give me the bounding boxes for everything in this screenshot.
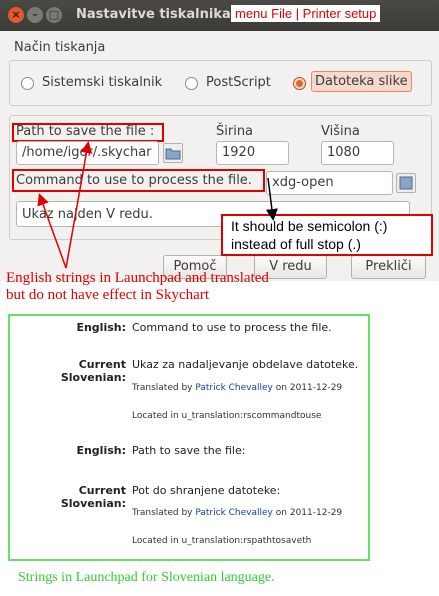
arrow-to-command-label [37,193,67,269]
english-annotation-line-1: English strings in Launchpad and transla… [6,270,269,286]
translator-link[interactable]: Patrick Chevalley [195,383,273,393]
english-key: English: [76,321,126,334]
english-value: Path to save the file: [132,444,246,457]
located-in: Located in u_translation:rspathtosaveth [132,536,312,546]
translated-date: on 2011-12-29 [275,383,343,393]
english-key: English: [76,444,126,457]
current-value: Ukaz za nadaljevanje obdelave datoteke. [132,358,359,371]
arrow-to-path-label [65,141,93,269]
launchpad-translations: English: Command to use to process the f… [8,314,370,561]
arrow-to-full-stop [265,177,278,221]
current-key: Current Slovenian: [60,358,126,384]
english-annotation-line-2: but do not have effect in Skychart [6,287,209,303]
launchpad-annotation: Strings in Launchpad for Slovenian langu… [18,570,275,585]
translated-by-prefix: Translated by [132,508,193,518]
translated-by: Translated by Patrick Chevalley on 2011-… [132,508,342,518]
english-value: Command to use to process the file. [132,321,332,334]
current-key: Current Slovenian: [60,484,126,510]
current-value: Pot do shranjene datoteke: [132,484,281,497]
translator-link[interactable]: Patrick Chevalley [195,508,273,518]
translated-by-prefix: Translated by [132,383,193,393]
located-in: Located in u_translation:rscommandtouse [132,411,322,421]
translated-by: Translated by Patrick Chevalley on 2011-… [132,383,342,393]
translated-date: on 2011-12-29 [275,508,343,518]
